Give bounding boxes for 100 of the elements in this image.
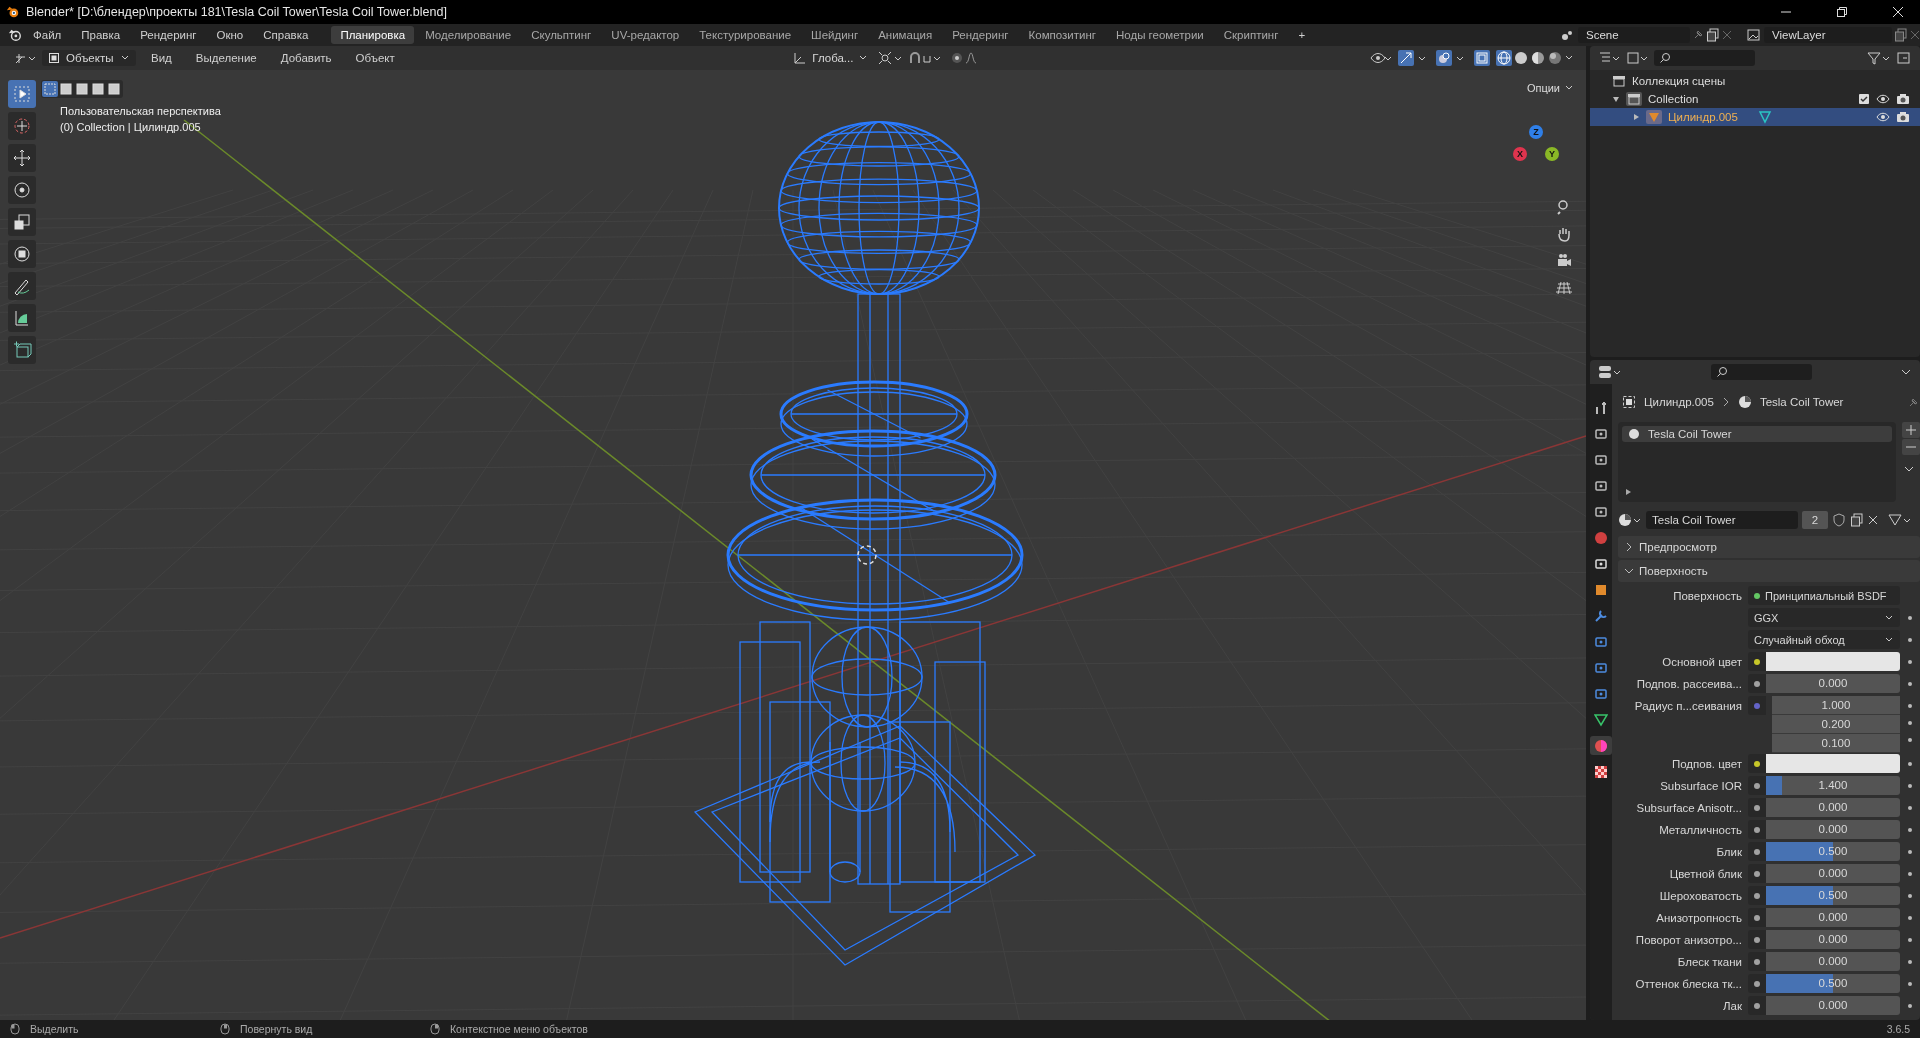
- editor-type-icon[interactable]: [1598, 365, 1622, 379]
- workspace-tab[interactable]: UV-редактор: [602, 26, 689, 44]
- measure-tool-button[interactable]: [8, 304, 36, 332]
- number-field[interactable]: 0.000: [1766, 798, 1900, 817]
- keyframe-dot-icon[interactable]: [1908, 850, 1912, 854]
- eye-icon[interactable]: [1876, 111, 1890, 123]
- keyframe-dot-icon[interactable]: [1908, 638, 1912, 642]
- hand-icon[interactable]: [1555, 225, 1573, 243]
- socket-button[interactable]: [1748, 652, 1766, 671]
- material-tab-icon[interactable]: [1590, 736, 1612, 755]
- select-mode-icon[interactable]: [58, 81, 74, 97]
- socket-button[interactable]: [1748, 820, 1766, 839]
- workspace-tab[interactable]: Ноды геометрии: [1107, 26, 1213, 44]
- expand-arrow-icon[interactable]: [1624, 488, 1632, 496]
- visibility-icon[interactable]: [1370, 51, 1392, 65]
- add-slot-button[interactable]: [1902, 422, 1920, 438]
- workspace-tab[interactable]: Скульптинг: [522, 26, 601, 44]
- socket-button[interactable]: [1748, 974, 1766, 993]
- grid-icon[interactable]: [1555, 279, 1573, 297]
- menu-item[interactable]: Правка: [72, 27, 130, 43]
- xray-icon[interactable]: [1474, 50, 1490, 66]
- workspace-tab[interactable]: Анимация: [869, 26, 942, 44]
- keyframe-dot-icon[interactable]: [1908, 1004, 1912, 1008]
- menu-item[interactable]: Вид: [142, 50, 181, 66]
- image-icon[interactable]: [1746, 28, 1762, 42]
- camera-icon[interactable]: [1896, 111, 1910, 123]
- add-cube-tool-button[interactable]: [8, 336, 36, 364]
- workspace-tab[interactable]: Шейдинг: [802, 26, 868, 44]
- panel-header[interactable]: Предпросмотр: [1618, 536, 1920, 558]
- options-dropdown[interactable]: Опции: [1526, 82, 1574, 94]
- number-field[interactable]: 0.200: [1772, 715, 1900, 734]
- workspace-tab[interactable]: Текстурирование: [690, 26, 801, 44]
- material-browse-icon[interactable]: [1618, 513, 1642, 527]
- menu-item[interactable]: Файл: [24, 27, 71, 43]
- wireframe-shading-icon[interactable]: [1496, 50, 1512, 66]
- number-field[interactable]: 0.000: [1766, 908, 1900, 927]
- number-field[interactable]: 0.000: [1766, 952, 1900, 971]
- transform-tool-button[interactable]: [8, 240, 36, 268]
- annotate-tool-button[interactable]: [8, 272, 36, 300]
- scale-tool-button[interactable]: [8, 208, 36, 236]
- select-mode-icon[interactable]: [106, 81, 122, 97]
- socket-button[interactable]: [1748, 930, 1766, 949]
- orientation-dropdown[interactable]: Глоба...: [789, 50, 873, 66]
- eye-icon[interactable]: [1876, 93, 1890, 105]
- keyframe-dot-icon[interactable]: [1908, 916, 1912, 920]
- cursor-tool-button[interactable]: [8, 112, 36, 140]
- workspace-tab[interactable]: Композитинг: [1019, 26, 1105, 44]
- socket-button[interactable]: [1748, 842, 1766, 861]
- number-field[interactable]: 0.000: [1766, 674, 1900, 693]
- menu-item[interactable]: Объект: [346, 50, 404, 66]
- dropdown[interactable]: GGX: [1748, 608, 1900, 627]
- camera-icon[interactable]: [1896, 93, 1910, 105]
- menu-item[interactable]: Добавить: [271, 50, 341, 66]
- pin-icon[interactable]: [1692, 29, 1704, 41]
- material-name-field[interactable]: Tesla Coil Tower: [1646, 511, 1798, 529]
- menu-item[interactable]: Справка: [254, 27, 318, 43]
- dropdown[interactable]: Случайный обход: [1748, 630, 1900, 649]
- duplicate-icon[interactable]: [1894, 28, 1908, 42]
- select-mode-icon[interactable]: [90, 81, 106, 97]
- workspace-tab[interactable]: Планировка: [331, 26, 415, 44]
- editor-type-icon[interactable]: [14, 51, 36, 65]
- viewport[interactable]: Пользовательская перспектива (0) Collection | Цилиндр.005 Опции Z X Y: [0, 70, 1586, 1020]
- keyframe-dot-icon[interactable]: [1908, 960, 1912, 964]
- keyframe-dot-icon[interactable]: [1908, 738, 1912, 742]
- user-count[interactable]: 2: [1802, 511, 1828, 529]
- number-field[interactable]: 0.500: [1766, 974, 1900, 993]
- keyframe-dot-icon[interactable]: [1908, 721, 1912, 725]
- pin-icon[interactable]: [1908, 396, 1920, 408]
- collapsed-arrow-icon[interactable]: [1632, 113, 1640, 121]
- keyframe-dot-icon[interactable]: [1908, 682, 1912, 686]
- color-swatch[interactable]: [1766, 754, 1900, 773]
- keyframe-dot-icon[interactable]: [1908, 982, 1912, 986]
- rotate-tool-button[interactable]: [8, 176, 36, 204]
- shader-field[interactable]: Принципиальный BSDF: [1748, 586, 1900, 605]
- number-field[interactable]: 0.000: [1766, 864, 1900, 883]
- link-mode-icon[interactable]: [1888, 513, 1912, 527]
- keyframe-dot-icon[interactable]: [1908, 806, 1912, 810]
- keyframe-dot-icon[interactable]: [1908, 704, 1912, 708]
- select-mode-icon[interactable]: [74, 81, 90, 97]
- number-field[interactable]: 0.500: [1766, 886, 1900, 905]
- number-field[interactable]: 1.000: [1772, 696, 1900, 715]
- menu-item[interactable]: Выделение: [186, 50, 266, 66]
- number-field[interactable]: 0.100: [1772, 734, 1900, 753]
- solid-shading-icon[interactable]: [1513, 50, 1529, 66]
- socket-button[interactable]: [1748, 674, 1766, 693]
- restore-icon[interactable]: [1836, 6, 1848, 18]
- display-mode-icon[interactable]: [1626, 51, 1648, 65]
- fake-user-icon[interactable]: [1832, 513, 1846, 527]
- tree-item[interactable]: Коллекция сцены: [1632, 75, 1726, 87]
- number-field[interactable]: 0.500: [1766, 842, 1900, 861]
- keyframe-dot-icon[interactable]: [1908, 660, 1912, 664]
- keyframe-dot-icon[interactable]: [1908, 616, 1912, 620]
- socket-button[interactable]: [1748, 754, 1766, 773]
- number-field[interactable]: 0.000: [1766, 820, 1900, 839]
- number-field[interactable]: 0.000: [1766, 930, 1900, 949]
- rendered-shading-icon[interactable]: [1547, 50, 1563, 66]
- menu-item[interactable]: Рендеринг: [131, 27, 206, 43]
- panel-header[interactable]: Поверхность: [1618, 560, 1920, 582]
- keyframe-dot-icon[interactable]: [1908, 784, 1912, 788]
- mode-dropdown[interactable]: Объекты: [42, 50, 136, 66]
